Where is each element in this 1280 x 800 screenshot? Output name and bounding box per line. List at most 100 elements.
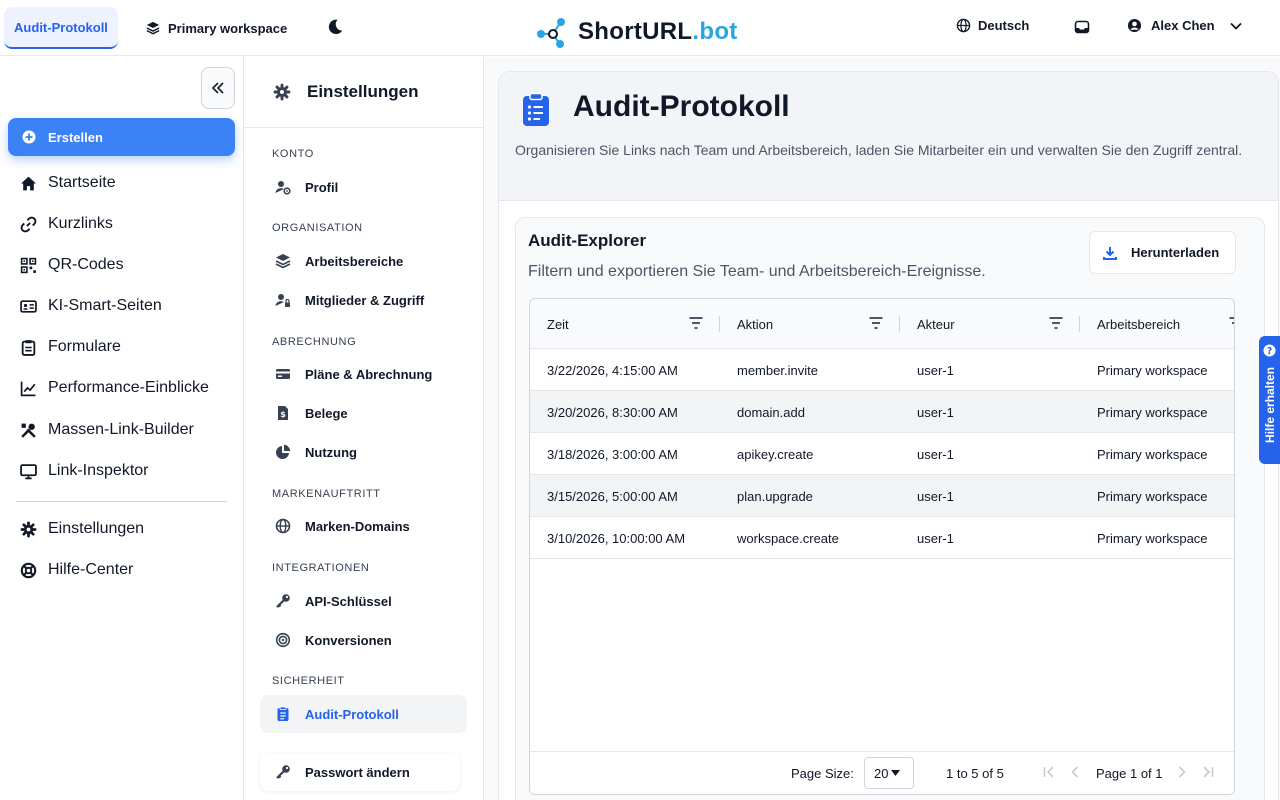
settings-header: Einstellungen <box>245 57 484 128</box>
sidebar-item-label: Link-Inspektor <box>48 462 149 479</box>
settings-item-label: Pläne & Abrechnung <box>305 366 433 382</box>
sidebar-item-label: Formulare <box>48 338 121 355</box>
sidebar-item-qr-codes[interactable]: QR-Codes <box>20 254 124 276</box>
cell-zeit: 3/22/2026, 4:15:00 AM <box>547 362 678 378</box>
table-row[interactable]: 3/10/2026, 10:00:00 AM workspace.create … <box>530 517 1234 559</box>
id-card-icon <box>20 298 37 315</box>
column-separator[interactable] <box>1079 316 1080 332</box>
gear-icon <box>273 83 291 101</box>
first-page-icon[interactable] <box>1043 765 1055 779</box>
settings-item-belege[interactable]: $ Belege <box>275 403 348 423</box>
clipboard-icon <box>20 339 37 356</box>
layers-icon <box>275 253 291 269</box>
sidebar-item-massen-link-builder[interactable]: Massen-Link-Builder <box>20 419 194 441</box>
settings-item-label: Nutzung <box>305 444 357 460</box>
user-name: Alex Chen <box>1151 18 1215 33</box>
filter-icon[interactable] <box>1049 317 1063 329</box>
download-button[interactable]: Herunterladen <box>1089 231 1236 274</box>
svg-text:$: $ <box>280 410 286 419</box>
settings-item-audit-protokoll[interactable]: Audit-Protokoll <box>275 704 399 724</box>
settings-item-label: Arbeitsbereiche <box>305 253 404 269</box>
collapse-sidebar-button[interactable] <box>201 67 235 109</box>
logo-nodes-icon <box>536 15 572 49</box>
download-icon <box>1103 246 1117 260</box>
column-header-aktion[interactable]: Aktion <box>737 299 773 349</box>
next-page-icon[interactable] <box>1177 765 1187 779</box>
filter-icon[interactable] <box>869 317 883 329</box>
logo-main: ShortURL <box>578 18 693 45</box>
settings-item-mitglieder[interactable]: Mitglieder & Zugriff <box>275 290 424 310</box>
user-menu[interactable]: Alex Chen <box>1127 18 1242 33</box>
sidebar-item-hilfe-center[interactable]: Hilfe-Center <box>20 559 133 581</box>
sidebar-item-label: Startseite <box>48 174 116 191</box>
table-row[interactable]: 3/22/2026, 4:15:00 AM member.invite user… <box>530 349 1234 391</box>
explorer-subtitle: Filtern und exportieren Sie Team- und Ar… <box>528 263 986 280</box>
settings-title: Einstellungen <box>307 82 419 101</box>
page-title: Audit-Protokoll <box>573 90 790 123</box>
settings-item-arbeitsbereiche[interactable]: Arbeitsbereiche <box>275 251 403 271</box>
table-row[interactable]: 3/15/2026, 5:00:00 AM plan.upgrade user-… <box>530 475 1234 517</box>
filter-icon[interactable] <box>1229 317 1234 329</box>
logo[interactable]: ShortURL.bot <box>536 15 738 49</box>
invoice-dollar-icon: $ <box>275 405 291 421</box>
settings-item-api-schluessel[interactable]: API-Schlüssel <box>275 591 392 611</box>
sidebar-item-label: Hilfe-Center <box>48 561 134 578</box>
table-row[interactable]: 3/20/2026, 8:30:00 AM domain.add user-1 … <box>530 391 1234 433</box>
cell-arbeitsbereich: Primary workspace <box>1097 362 1208 378</box>
chevron-down-icon <box>1229 22 1242 30</box>
settings-item-plaene[interactable]: Pläne & Abrechnung <box>275 364 432 384</box>
table-row[interactable]: 3/18/2026, 3:00:00 AM apikey.create user… <box>530 433 1234 475</box>
column-header-zeit[interactable]: Zeit <box>547 299 569 349</box>
tab-audit-protokoll[interactable]: Audit-Protokoll <box>4 7 118 49</box>
cell-arbeitsbereich: Primary workspace <box>1097 530 1208 546</box>
settings-item-label: Audit-Protokoll <box>305 706 399 722</box>
column-header-akteur[interactable]: Akteur <box>917 299 955 349</box>
sidebar-item-performance-einblicke[interactable]: Performance-Einblicke <box>20 377 209 399</box>
sidebar-item-formulare[interactable]: Formulare <box>20 336 121 358</box>
lifebuoy-icon <box>20 562 37 579</box>
sidebar-item-startseite[interactable]: Startseite <box>20 172 116 194</box>
create-button[interactable]: Erstellen <box>8 118 235 156</box>
sidebar-item-einstellungen[interactable]: Einstellungen <box>20 518 144 540</box>
cell-aktion: plan.upgrade <box>737 488 813 504</box>
double-chevron-left-icon <box>211 82 225 94</box>
settings-item-nutzung[interactable]: Nutzung <box>275 442 357 462</box>
settings-item-profil[interactable]: Profil <box>275 177 338 197</box>
language-label: Deutsch <box>978 18 1030 33</box>
pie-chart-icon <box>275 444 291 460</box>
filter-icon[interactable] <box>689 317 703 329</box>
user-circle-icon <box>1127 18 1142 33</box>
sidebar-item-label: KI-Smart-Seiten <box>48 297 162 314</box>
column-header-arbeitsbereich[interactable]: Arbeitsbereich <box>1097 299 1180 349</box>
sidebar-item-link-inspektor[interactable]: Link-Inspektor <box>20 460 149 482</box>
last-page-icon[interactable] <box>1202 765 1214 779</box>
settings-item-passwort[interactable]: Passwort ändern <box>275 762 410 782</box>
sidebar-item-ki-smart-seiten[interactable]: KI-Smart-Seiten <box>20 295 162 317</box>
settings-item-marken-domains[interactable]: Marken-Domains <box>275 516 410 536</box>
download-label: Herunterladen <box>1131 245 1220 260</box>
dark-mode-toggle-icon[interactable] <box>326 18 344 36</box>
inbox-icon[interactable] <box>1074 19 1090 35</box>
tools-icon <box>20 422 37 439</box>
sidebar-item-label: Performance-Einblicke <box>48 379 209 396</box>
pagination-bar: Page Size: 20 1 to 5 of 5 Page 1 of 1 <box>530 751 1234 794</box>
sidebar-item-kurzlinks[interactable]: Kurzlinks <box>20 213 113 235</box>
audit-card: Audit-Protokoll Organisieren Sie Links n… <box>498 71 1279 800</box>
audit-explorer: Audit-Explorer Filtern und exportieren S… <box>515 217 1265 800</box>
settings-item-label: Profil <box>305 179 339 195</box>
column-separator[interactable] <box>719 316 720 332</box>
settings-item-label: Belege <box>305 405 348 421</box>
page-size-select[interactable]: 20 <box>864 757 914 789</box>
help-tab[interactable]: ? Hilfe erhalten <box>1259 336 1280 464</box>
settings-item-label: Konversionen <box>305 632 392 648</box>
prev-page-icon[interactable] <box>1070 765 1080 779</box>
settings-item-konversionen[interactable]: Konversionen <box>275 630 392 650</box>
settings-item-label: API-Schlüssel <box>305 593 392 609</box>
sidebar-item-label: Einstellungen <box>48 520 145 537</box>
language-selector[interactable]: Deutsch <box>956 18 1029 33</box>
workspace-switcher[interactable]: Primary workspace <box>146 18 287 38</box>
sidebar-item-label: Massen-Link-Builder <box>48 421 194 438</box>
column-separator[interactable] <box>899 316 900 332</box>
gear-icon <box>20 521 37 538</box>
qr-code-icon <box>20 257 37 274</box>
